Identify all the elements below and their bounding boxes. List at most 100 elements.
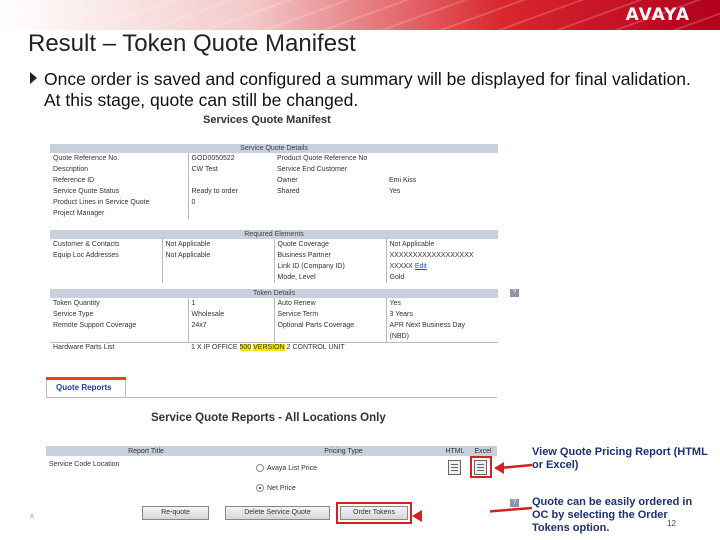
field-value: Emi Kiss — [389, 177, 417, 184]
field-label: Owner — [277, 177, 298, 184]
table-row: Token Quantity 1 Auto Renew Yes — [50, 298, 499, 309]
field-label: Equip Loc Addresses — [53, 252, 119, 259]
field-value — [161, 272, 274, 283]
highlight-box-order-tokens — [336, 502, 412, 524]
field-value: GOD0050522 — [187, 153, 274, 164]
help-icon[interactable]: ? — [510, 289, 519, 297]
company-id-value: XXXXX — [389, 263, 413, 270]
field-value — [161, 261, 274, 272]
hw-highlight: 500 — [239, 344, 252, 352]
field-label: Description — [53, 166, 89, 173]
arrowhead — [412, 510, 422, 522]
field-value: Yes — [389, 188, 401, 195]
radio-label: Avaya List Price — [267, 464, 318, 472]
table-row: Service Type Wholesale Service Term 3 Ye… — [50, 309, 499, 320]
radio-button-selected[interactable] — [256, 484, 264, 492]
table-row: Net Price — [46, 472, 497, 492]
field-value: Yes — [385, 298, 499, 309]
field-value: 1 — [187, 298, 274, 309]
callout-arrows — [490, 462, 533, 513]
field-value — [386, 153, 498, 164]
table-row: Description CW Test Service End Customer — [50, 164, 498, 175]
section-header: Service Quote Details — [50, 144, 499, 153]
field-value: XXXXX Edit — [385, 261, 499, 272]
field-label — [274, 208, 386, 219]
field-label — [50, 272, 162, 283]
requote-button[interactable]: Re-quote — [142, 506, 209, 520]
bullet-point: Once order is saved and configured a sum… — [30, 69, 700, 111]
field-value: APR Next Business Day — [385, 320, 499, 331]
column-header: Pricing Type — [246, 446, 441, 456]
field-label: Product Quote Reference No — [277, 155, 368, 162]
field-label — [50, 261, 162, 272]
callout-pricing-report: View Quote Pricing Report (HTML or Excel… — [532, 446, 708, 471]
field-label: Service End Customer — [277, 166, 348, 173]
tab-quote-reports[interactable]: Quote Reports — [46, 377, 126, 397]
field-label: Reference ID — [53, 177, 95, 184]
bullet-text: Once order is saved and configured a sum… — [44, 69, 691, 110]
field-value: Gold — [385, 272, 499, 283]
table-row: Service Code Location Avaya List Price — [46, 456, 497, 472]
hw-text: 2 CONTROL UNIT — [284, 344, 345, 352]
arrow-line — [499, 463, 533, 470]
field-label — [274, 197, 386, 208]
field-value: XXXXXXXXXXXXXXXXXX — [385, 250, 499, 261]
field-value — [187, 331, 274, 342]
avaya-logo: AVAYA — [625, 5, 690, 25]
section-header: Required Elements — [50, 230, 499, 239]
html-report-icon[interactable] — [448, 460, 461, 475]
column-header: HTML — [441, 446, 469, 456]
pricing-option-net-price[interactable]: Net Price — [246, 472, 441, 492]
table-row: Service Quote Status Ready to order Shar… — [50, 186, 498, 197]
hw-highlight: VERSION — [253, 344, 285, 352]
field-value: 0 — [187, 197, 274, 208]
table-row: Mode, Level Gold — [50, 272, 499, 283]
report-title-cell: Service Code Location — [49, 460, 120, 468]
field-value: Not Applicable — [385, 239, 499, 250]
table-row: Remote Support Coverage 24x7 Optional Pa… — [50, 320, 499, 331]
field-label: Mode, Level — [273, 272, 386, 283]
table-row: Equip Loc Addresses Not Applicable Busin… — [50, 250, 499, 261]
column-header: Report Title — [46, 446, 246, 456]
table-row: Reference ID Owner Emi Kiss — [50, 175, 498, 186]
table-row: Customer & Contacts Not Applicable Quote… — [50, 239, 499, 250]
manifest-title: Services Quote Manifest — [203, 114, 331, 126]
field-label: Optional Parts Coverage — [273, 320, 386, 331]
hardware-parts-value: 1 X IP OFFICE 500 VERSION 2 CONTROL UNIT — [188, 342, 498, 353]
edit-link[interactable]: Edit — [415, 263, 427, 270]
field-label: Project Manager — [53, 210, 105, 217]
bullet-arrow-icon — [30, 72, 37, 84]
field-label: Quote Coverage — [273, 239, 386, 250]
radio-button[interactable] — [256, 464, 264, 472]
hw-text: 1 X IP OFFICE — [191, 344, 240, 352]
field-value — [187, 208, 274, 219]
field-value — [187, 175, 274, 186]
field-value: Not Applicable — [161, 239, 274, 250]
table-row: Product Lines in Service Quote 0 — [50, 197, 498, 208]
field-label: Quote Reference No. — [53, 155, 120, 162]
section-header: Token Details — [50, 289, 499, 298]
table-row: (NBD) — [50, 331, 499, 342]
field-value: (NBD) — [385, 331, 499, 342]
reports-table: Report Title Pricing Type HTML Excel Ser… — [46, 446, 497, 492]
field-label: Link ID (Company ID) — [273, 261, 386, 272]
slide-title: Result – Token Quote Manifest — [28, 30, 356, 57]
field-value — [386, 208, 498, 219]
field-label: Service Type — [53, 311, 94, 318]
token-details-table: Token Details Token Quantity 1 Auto Rene… — [50, 289, 499, 353]
reports-title: Service Quote Reports - All Locations On… — [151, 412, 386, 424]
delete-service-quote-button[interactable]: Delete Service Quote — [225, 506, 330, 520]
field-label: Auto Renew — [273, 298, 386, 309]
highlight-box-report-icons — [470, 456, 492, 478]
tab-divider — [46, 397, 497, 398]
field-value: 24x7 — [187, 320, 274, 331]
field-label — [50, 331, 188, 342]
field-label: Product Lines in Service Quote — [53, 199, 150, 206]
field-label: Customer & Contacts — [53, 241, 120, 248]
pricing-option-list-price[interactable]: Avaya List Price — [246, 456, 441, 472]
field-label: Business Partner — [273, 250, 386, 261]
field-label: Shared — [277, 188, 300, 195]
order-arrowhead — [412, 510, 422, 522]
table-row: Quote Reference No. GOD0050522 Product Q… — [50, 153, 498, 164]
field-value: Wholesale — [187, 309, 274, 320]
